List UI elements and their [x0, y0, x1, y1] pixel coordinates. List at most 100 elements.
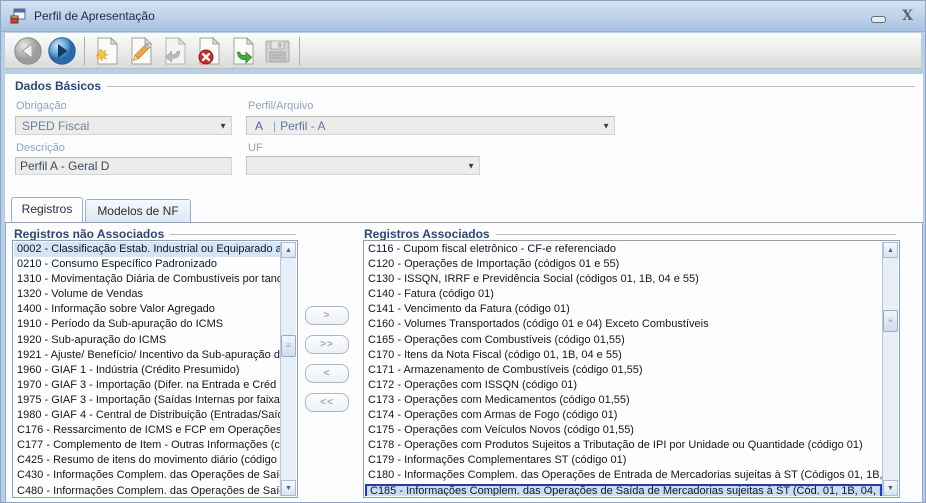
descricao-field[interactable]: Perfil A - Geral D [15, 157, 232, 175]
list-item[interactable]: 1910 - Período da Sub-apuração do ICMS [14, 317, 280, 332]
save-icon [262, 36, 292, 66]
delete-record-icon [194, 36, 224, 66]
scroll-up-icon[interactable]: ▲ [883, 242, 898, 258]
list-item[interactable]: C185 - Informações Complem. das Operaçõe… [365, 484, 882, 497]
toolbar-separator [84, 37, 85, 65]
tab-modelos-de-nf[interactable]: Modelos de NF [85, 199, 191, 222]
minimize-button-icon[interactable] [871, 16, 886, 23]
move-right-button[interactable]: > [305, 306, 349, 325]
section-rule [107, 86, 915, 87]
perfil-value: Perfil - A [280, 119, 325, 133]
section-title: Dados Básicos [15, 79, 101, 93]
chevron-down-icon[interactable]: ▼ [602, 121, 610, 130]
edit-record-icon [126, 36, 156, 66]
list-item[interactable]: 1921 - Ajuste/ Benefício/ Incentivo da S… [14, 348, 280, 363]
list-item[interactable]: C176 - Ressarcimento de ICMS e FCP em Op… [14, 423, 280, 438]
scrollbar-thumb[interactable]: ≡ [281, 335, 296, 357]
descricao-value: Perfil A - Geral D [16, 159, 109, 173]
section-rule [496, 234, 896, 235]
list-item[interactable]: 1920 - Sub-apuração do ICMS [14, 333, 280, 348]
chevron-down-icon[interactable]: ▼ [467, 161, 475, 170]
unassociated-list-title: Registros não Associados [14, 227, 164, 241]
new-record-icon [92, 36, 122, 66]
next-icon [47, 36, 77, 66]
delete-record-button[interactable] [192, 35, 226, 67]
app-icon [10, 8, 26, 24]
tab-registros[interactable]: Registros [11, 197, 83, 222]
chevron-down-icon[interactable]: ▼ [219, 121, 227, 130]
toolbar [5, 33, 921, 69]
descricao-label: Descrição [16, 142, 65, 154]
list-item[interactable]: C430 - Informações Complem. das Operaçõe… [14, 468, 280, 483]
window-title: Perfil de Apresentação [34, 9, 155, 23]
titlebar[interactable]: Perfil de Apresentação X [1, 1, 925, 32]
list-item[interactable]: C179 - Informações Complementares ST (có… [365, 453, 882, 468]
uf-label: UF [248, 142, 263, 154]
field-divider: | [273, 119, 276, 133]
obrigacao-combobox[interactable]: SPED Fiscal ▼ [15, 116, 232, 135]
list-item[interactable]: C425 - Resumo de itens do movimento diár… [14, 453, 280, 468]
perfil-arquivo-label: Perfil/Arquivo [248, 100, 313, 112]
list-item[interactable]: C180 - Informações Complem. das Operaçõe… [365, 468, 882, 483]
close-button-icon[interactable]: X [902, 7, 913, 25]
scrollbar-thumb[interactable]: ≡ [883, 310, 898, 332]
list-item[interactable]: C175 - Operações com Veículos Novos (cód… [365, 423, 882, 438]
list-item[interactable]: 1980 - GIAF 4 - Central de Distribuição … [14, 408, 280, 423]
move-all-left-button[interactable]: << [305, 393, 349, 412]
scroll-down-icon[interactable]: ▼ [883, 480, 898, 496]
list-item[interactable]: C177 - Complemento de Item - Outras Info… [14, 438, 280, 453]
associated-list-title: Registros Associados [364, 227, 490, 241]
associated-listbox[interactable]: C116 - Cupom fiscal eletrônico - CF-e re… [363, 240, 900, 498]
list-item[interactable]: C171 - Armazenamento de Combustíveis (có… [365, 363, 882, 378]
list-item[interactable]: 1320 - Volume de Vendas [14, 287, 280, 302]
dados-basicos-section: Dados Básicos Obrigação SPED Fiscal ▼ Pe… [5, 74, 923, 197]
scroll-down-icon[interactable]: ▼ [281, 480, 296, 496]
list-item[interactable]: C178 - Operações com Produtos Sujeitos a… [365, 438, 882, 453]
toolbar-separator [299, 37, 300, 65]
next-button[interactable] [45, 35, 79, 67]
unassociated-listbox[interactable]: 0002 - Classificação Estab. Industrial o… [12, 240, 298, 498]
registros-panel: Registros não Associados Registros Assoc… [5, 222, 923, 503]
obrigacao-value: SPED Fiscal [16, 119, 89, 133]
confirm-button[interactable] [226, 35, 260, 67]
list-item[interactable]: 1960 - GIAF 1 - Indústria (Crédito Presu… [14, 363, 280, 378]
list-item[interactable]: C141 - Vencimento da Fatura (código 01) [365, 302, 882, 317]
list-item[interactable]: C173 - Operações com Medicamentos (códig… [365, 393, 882, 408]
uf-combobox[interactable]: ▼ [246, 156, 480, 175]
edit-record-button[interactable] [124, 35, 158, 67]
list-item[interactable]: C140 - Fatura (código 01) [365, 287, 882, 302]
undo-button[interactable] [158, 35, 192, 67]
unassociated-scrollbar[interactable]: ▲ ≡ ▼ [280, 242, 296, 496]
list-item[interactable]: C116 - Cupom fiscal eletrônico - CF-e re… [365, 242, 882, 257]
list-item[interactable]: 1400 - Informação sobre Valor Agregado [14, 302, 280, 317]
perfil-arquivo-combobox[interactable]: A | Perfil - A ▼ [246, 116, 615, 135]
list-item[interactable]: C174 - Operações com Armas de Fogo (códi… [365, 408, 882, 423]
list-item[interactable]: C165 - Operações com Combustíveis (códig… [365, 333, 882, 348]
move-all-right-button[interactable]: >> [305, 335, 349, 354]
associated-scrollbar[interactable]: ▲ ≡ ▼ [882, 242, 898, 496]
list-item[interactable]: C480 - Informações Complem. das Operaçõe… [14, 484, 280, 497]
list-item[interactable]: C120 - Operações de Importação (códigos … [365, 257, 882, 272]
list-item[interactable]: 1975 - GIAF 3 - Importação (Saídas Inter… [14, 393, 280, 408]
list-item[interactable]: 1310 - Movimentação Diária de Combustíve… [14, 272, 280, 287]
obrigacao-label: Obrigação [16, 100, 67, 112]
move-left-button[interactable]: < [305, 364, 349, 383]
confirm-icon [228, 36, 258, 66]
section-rule [170, 234, 296, 235]
list-item[interactable]: 0210 - Consumo Específico Padronizado [14, 257, 280, 272]
list-item[interactable]: C130 - ISSQN, IRRF e Previdência Social … [365, 272, 882, 287]
perfil-code: A [247, 119, 273, 133]
previous-icon [13, 36, 43, 66]
list-item[interactable]: 1970 - GIAF 3 - Importação (Difer. na En… [14, 378, 280, 393]
scroll-up-icon[interactable]: ▲ [281, 242, 296, 258]
tab-strip: Registros Modelos de NF [5, 197, 923, 222]
undo-icon [160, 36, 190, 66]
previous-button[interactable] [11, 35, 45, 67]
list-item[interactable]: C172 - Operações com ISSQN (código 01) [365, 378, 882, 393]
list-item[interactable]: C170 - Itens da Nota Fiscal (código 01, … [365, 348, 882, 363]
perfil-apresentacao-window: Perfil de Apresentação X [0, 0, 926, 503]
save-button[interactable] [260, 35, 294, 67]
new-record-button[interactable] [90, 35, 124, 67]
list-item[interactable]: C160 - Volumes Transportados (código 01 … [365, 317, 882, 332]
list-item[interactable]: 0002 - Classificação Estab. Industrial o… [14, 242, 280, 257]
